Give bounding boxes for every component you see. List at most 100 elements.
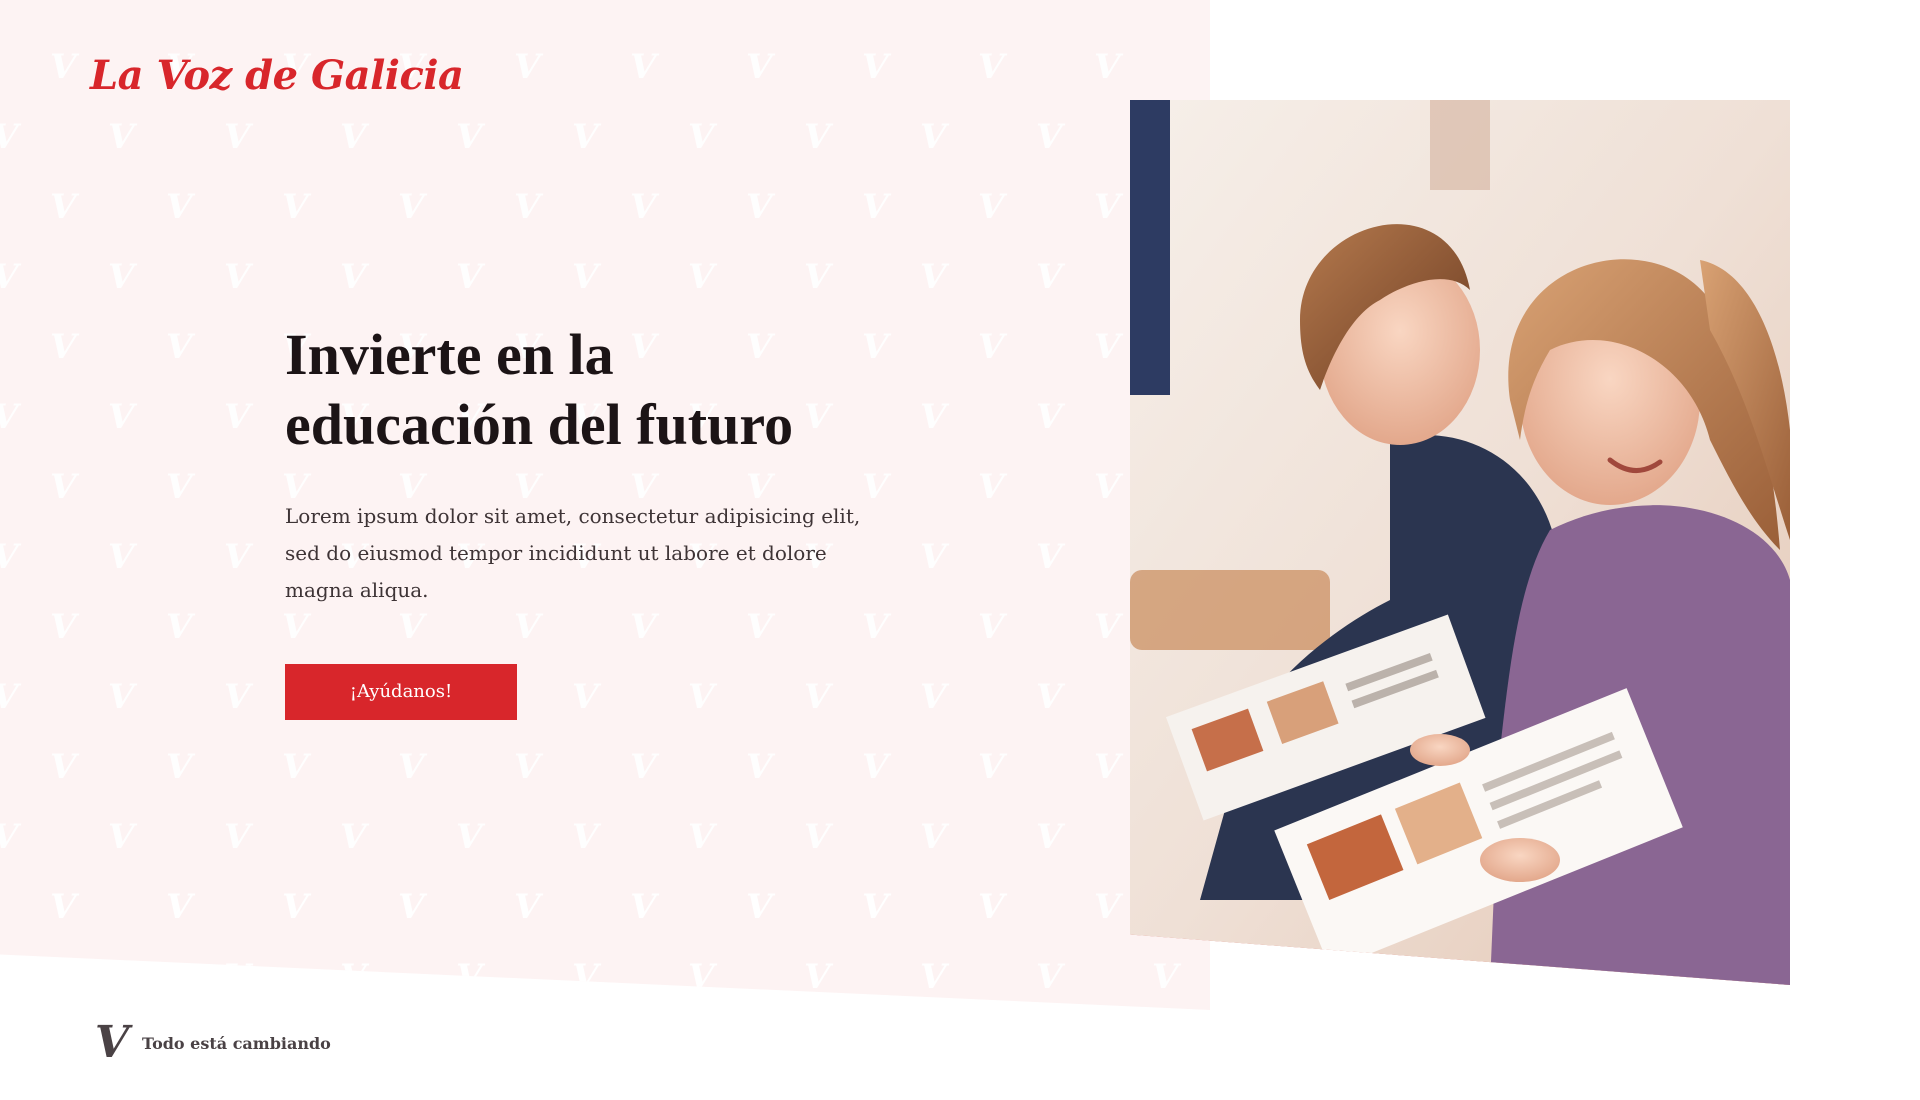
pattern-mark: V [862, 187, 889, 227]
pattern-mark: V [398, 747, 425, 787]
pattern-mark: V [746, 887, 773, 927]
pattern-mark: V [746, 747, 773, 787]
pattern-mark: V [1036, 397, 1063, 437]
pattern-mark: V [224, 817, 251, 857]
pattern-mark: V [1094, 187, 1121, 227]
pattern-mark: V [108, 397, 135, 437]
pattern-mark: V [166, 607, 193, 647]
pattern-mark: V [920, 537, 947, 577]
hero-headline-line-1: Invierte en la [285, 322, 614, 387]
pattern-mark: V [166, 187, 193, 227]
pattern-mark: V [978, 747, 1005, 787]
pattern-mark: V [0, 260, 18, 294]
pattern-mark: V [862, 887, 889, 927]
pattern-mark: V [746, 47, 773, 87]
pattern-mark: V [282, 747, 309, 787]
pattern-mark: V [0, 540, 18, 574]
pattern-mark: V [0, 680, 18, 714]
pattern-mark: V [456, 957, 483, 997]
footer-brand: V Todo está cambiando [90, 1018, 331, 1068]
pattern-mark: V [688, 957, 715, 997]
pattern-mark: V [630, 747, 657, 787]
brand-mark-icon: V [94, 1017, 130, 1068]
pattern-mark: V [746, 187, 773, 227]
pattern-mark: V [0, 120, 18, 154]
pattern-mark: V [804, 117, 831, 157]
pattern-mark: V [50, 327, 77, 367]
pattern-mark: V [688, 117, 715, 157]
pattern-mark: V [224, 397, 251, 437]
pattern-mark: V [108, 537, 135, 577]
pattern-mark: V [630, 47, 657, 87]
pattern-mark: V [108, 677, 135, 717]
hero-description: Lorem ipsum dolor sit amet, consectetur … [285, 504, 861, 602]
pattern-mark: V [224, 257, 251, 297]
children-reading-illustration [1130, 100, 1790, 985]
pattern-mark: V [50, 747, 77, 787]
pattern-mark: V [978, 187, 1005, 227]
pattern-mark: V [804, 817, 831, 857]
pattern-mark: V [456, 817, 483, 857]
pattern-mark: V [166, 887, 193, 927]
pattern-mark: V [50, 47, 77, 87]
pattern-mark: V [630, 887, 657, 927]
pattern-mark: V [1094, 327, 1121, 367]
pattern-mark: V [630, 187, 657, 227]
pattern-mark: V [1036, 817, 1063, 857]
pattern-mark: V [920, 817, 947, 857]
pattern-mark: V [804, 957, 831, 997]
pattern-mark: V [456, 117, 483, 157]
pattern-mark: V [340, 817, 367, 857]
pattern-mark: V [688, 257, 715, 297]
pattern-mark: V [282, 887, 309, 927]
pattern-mark: V [340, 117, 367, 157]
pattern-mark: V [398, 887, 425, 927]
pattern-mark: V [50, 187, 77, 227]
pattern-mark: V [1036, 117, 1063, 157]
pattern-mark: V [398, 187, 425, 227]
pattern-mark: V [862, 607, 889, 647]
pattern-mark: V [50, 607, 77, 647]
pattern-mark: V [978, 887, 1005, 927]
hero-photo-frame [1130, 100, 1790, 985]
pattern-mark: V [108, 957, 135, 997]
pattern-mark: V [166, 467, 193, 507]
pattern-mark: V [1094, 887, 1121, 927]
pattern-mark: V [920, 257, 947, 297]
footer-tagline: Todo está cambiando [142, 1033, 331, 1053]
hero-content: Invierte en la educación del futuro Lore… [285, 320, 865, 720]
pattern-mark: V [0, 400, 18, 434]
pattern-mark: V [0, 820, 18, 854]
pattern-mark: V [978, 467, 1005, 507]
pattern-mark: V [920, 397, 947, 437]
pattern-mark: V [572, 957, 599, 997]
pattern-mark: V [978, 607, 1005, 647]
pattern-mark: V [224, 537, 251, 577]
pattern-mark: V [514, 887, 541, 927]
pattern-mark: V [572, 817, 599, 857]
pattern-mark: V [166, 747, 193, 787]
landing-page: VVVVVVVVVVVVVVVVVVVVVVVVVVVVVVVVVVVVVVVV… [0, 0, 1920, 1100]
pattern-mark: V [514, 187, 541, 227]
pattern-mark: V [50, 887, 77, 927]
pattern-mark: V [514, 47, 541, 87]
pattern-mark: V [1036, 257, 1063, 297]
pattern-mark: V [572, 117, 599, 157]
pattern-mark: V [920, 117, 947, 157]
help-us-button[interactable]: ¡Ayúdanos! [285, 664, 517, 720]
pattern-mark: V [978, 327, 1005, 367]
pattern-mark: V [340, 257, 367, 297]
pattern-mark: V [862, 327, 889, 367]
pattern-mark: V [108, 257, 135, 297]
pattern-mark: V [514, 747, 541, 787]
pattern-mark: V [572, 257, 599, 297]
brand-logo[interactable]: La Voz de Galicia [90, 52, 464, 99]
pattern-mark: V [50, 467, 77, 507]
pattern-mark: V [224, 957, 251, 997]
hero-headline: Invierte en la educación del futuro [285, 320, 865, 460]
pattern-mark: V [1094, 747, 1121, 787]
pattern-mark: V [862, 747, 889, 787]
pattern-mark: V [688, 817, 715, 857]
hero-headline-line-2: educación del futuro [285, 392, 794, 457]
pattern-mark: V [224, 677, 251, 717]
